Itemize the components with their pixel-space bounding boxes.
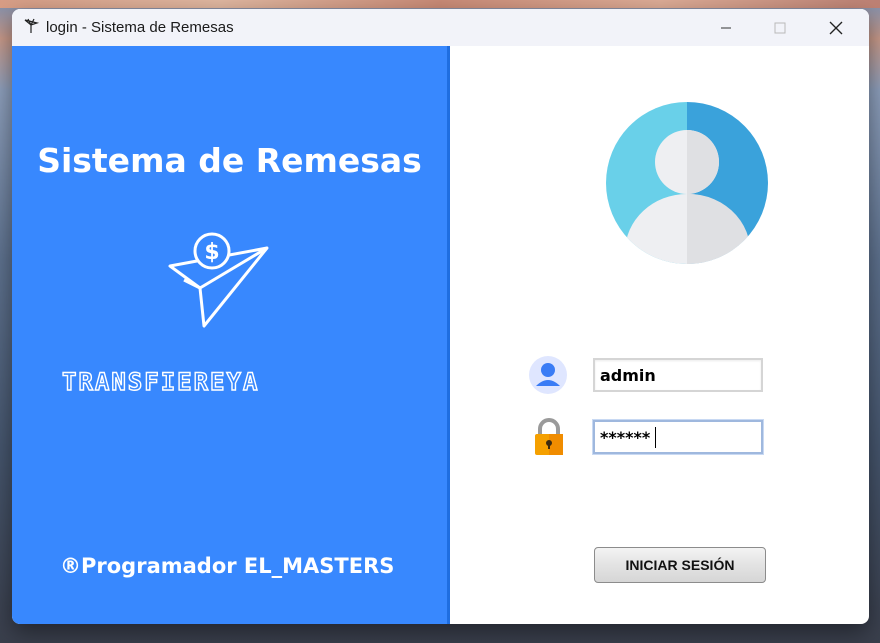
password-input[interactable]: [593, 420, 763, 454]
title-bar[interactable]: login - Sistema de Remesas: [12, 9, 869, 46]
desktop-wallpaper: [0, 0, 880, 8]
username-icon: [529, 356, 567, 394]
login-button[interactable]: INICIAR SESIÓN: [594, 547, 766, 583]
text-cursor: [655, 427, 656, 448]
window-title: login - Sistema de Remesas: [46, 19, 234, 36]
minimize-button[interactable]: [699, 9, 753, 46]
user-avatar-icon: [606, 102, 768, 264]
brand-panel: Sistema de Remesas $ TRANSFIEREYA ®Progr…: [12, 46, 450, 624]
brand-logo-text: TRANSFIEREYA: [61, 367, 260, 396]
brand-heading: Sistema de Remesas: [37, 141, 422, 180]
credits-text: ®Programador EL_MASTERS: [60, 554, 395, 578]
close-icon: [829, 21, 843, 34]
username-input[interactable]: [593, 358, 763, 392]
lock-icon: [535, 418, 563, 455]
maximize-icon: [774, 22, 786, 33]
svg-text:$: $: [204, 240, 219, 265]
app-icon: [24, 18, 40, 33]
minimize-icon: [721, 27, 731, 28]
login-window: login - Sistema de Remesas Sistema de Re…: [12, 9, 869, 624]
maximize-button[interactable]: [753, 9, 807, 46]
paper-plane-dollar-icon: $: [168, 232, 269, 328]
close-button[interactable]: [809, 9, 863, 46]
